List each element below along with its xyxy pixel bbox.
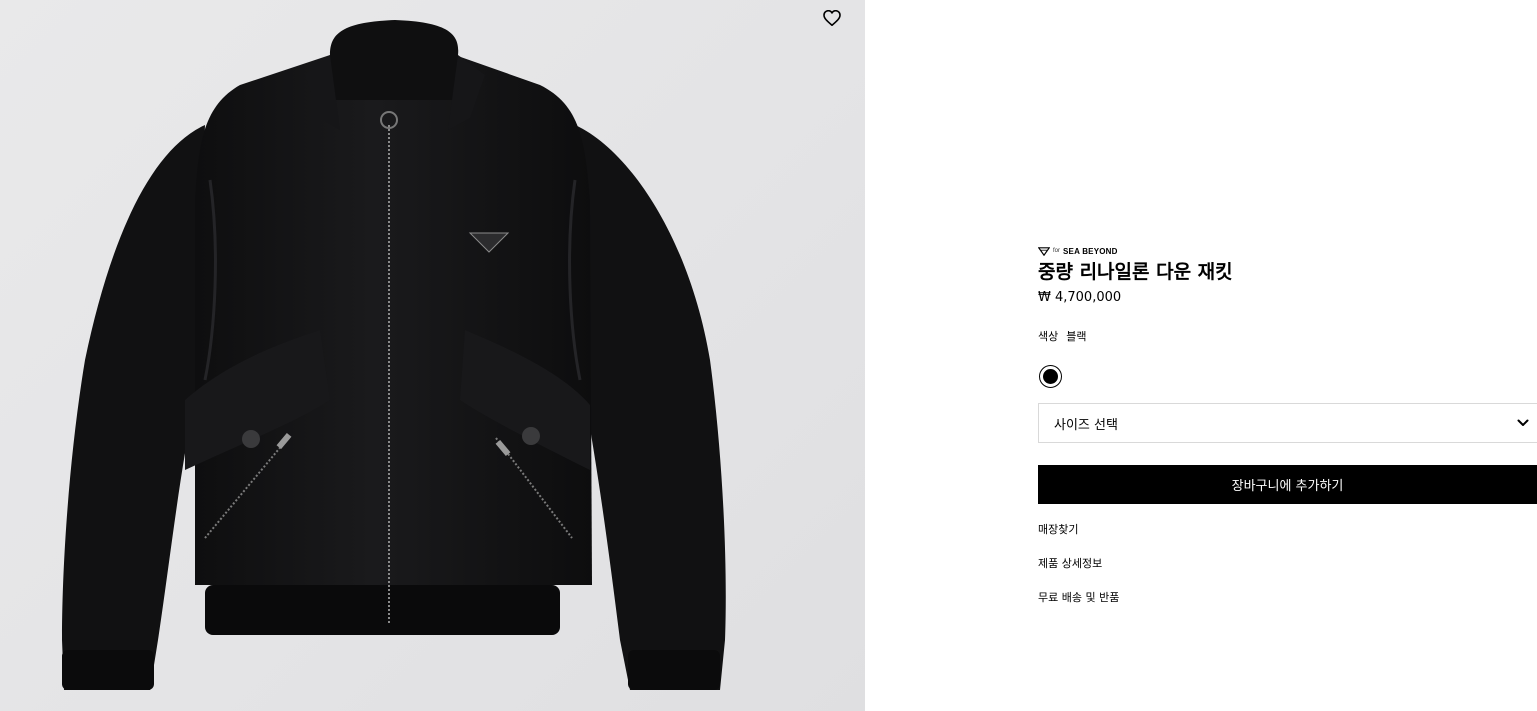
heart-outline-icon bbox=[823, 10, 841, 26]
chevron-down-icon bbox=[1517, 419, 1529, 426]
product-image-panel bbox=[0, 0, 865, 711]
find-store-link[interactable]: 매장찾기 bbox=[1038, 522, 1537, 538]
badge-brand-text: SEA BEYOND bbox=[1063, 246, 1118, 256]
badge-for-text: for bbox=[1053, 248, 1061, 254]
product-details-link[interactable]: 제품 상세정보 bbox=[1038, 556, 1537, 572]
color-label: 색상 bbox=[1038, 330, 1059, 343]
product-image-jacket bbox=[62, 20, 726, 690]
color-row: 색상 블랙 bbox=[1038, 329, 1537, 345]
product-page: for SEA BEYOND 중량 리나일론 다운 재킷 ₩ 4,700,000… bbox=[0, 0, 1537, 711]
product-info: for SEA BEYOND 중량 리나일론 다운 재킷 ₩ 4,700,000… bbox=[1038, 245, 1537, 606]
product-links: 매장찾기 제품 상세정보 무료 배송 및 반품 bbox=[1038, 522, 1537, 606]
triangle-logo-icon bbox=[1038, 246, 1050, 256]
size-select-label: 사이즈 선택 bbox=[1054, 417, 1118, 433]
wishlist-heart-button[interactable] bbox=[820, 6, 844, 30]
color-swatch-black[interactable] bbox=[1039, 365, 1062, 388]
color-value: 블랙 bbox=[1066, 330, 1087, 343]
size-select-dropdown[interactable]: 사이즈 선택 bbox=[1038, 403, 1537, 443]
product-info-panel: for SEA BEYOND 중량 리나일론 다운 재킷 ₩ 4,700,000… bbox=[865, 0, 1537, 711]
add-to-cart-button[interactable]: 장바구니에 추가하기 bbox=[1038, 465, 1537, 504]
product-price: ₩ 4,700,000 bbox=[1038, 290, 1122, 305]
shipping-returns-link[interactable]: 무료 배송 및 반품 bbox=[1038, 590, 1537, 606]
sea-beyond-badge: for SEA BEYOND bbox=[1038, 245, 1537, 257]
add-to-cart-label: 장바구니에 추가하기 bbox=[1231, 479, 1344, 494]
product-title: 중량 리나일론 다운 재킷 bbox=[1038, 261, 1233, 283]
color-swatch-fill bbox=[1043, 369, 1058, 384]
